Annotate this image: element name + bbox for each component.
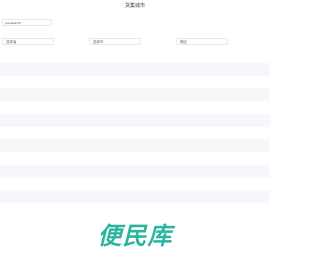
list-item[interactable] (0, 62, 270, 76)
list-item[interactable] (0, 127, 270, 140)
list-item[interactable] (0, 164, 270, 178)
city-list (0, 50, 270, 216)
city-select[interactable]: 选择市 (89, 38, 141, 45)
search-input[interactable] (2, 19, 52, 26)
page-title: 货集城市 (124, 3, 145, 9)
list-item[interactable] (0, 76, 270, 89)
list-item[interactable] (0, 152, 270, 165)
list-item[interactable] (0, 178, 270, 191)
list-item[interactable] (0, 88, 270, 101)
watermark-logo: 便民库 (97, 222, 173, 250)
list-item[interactable] (0, 203, 270, 216)
list-item[interactable] (0, 113, 270, 127)
list-item[interactable] (0, 50, 270, 63)
list-item[interactable] (0, 101, 270, 114)
list-item[interactable] (0, 139, 270, 152)
province-select[interactable]: 选择省 (2, 38, 54, 45)
confirm-select[interactable]: 确定 (176, 38, 228, 45)
list-item[interactable] (0, 190, 270, 203)
